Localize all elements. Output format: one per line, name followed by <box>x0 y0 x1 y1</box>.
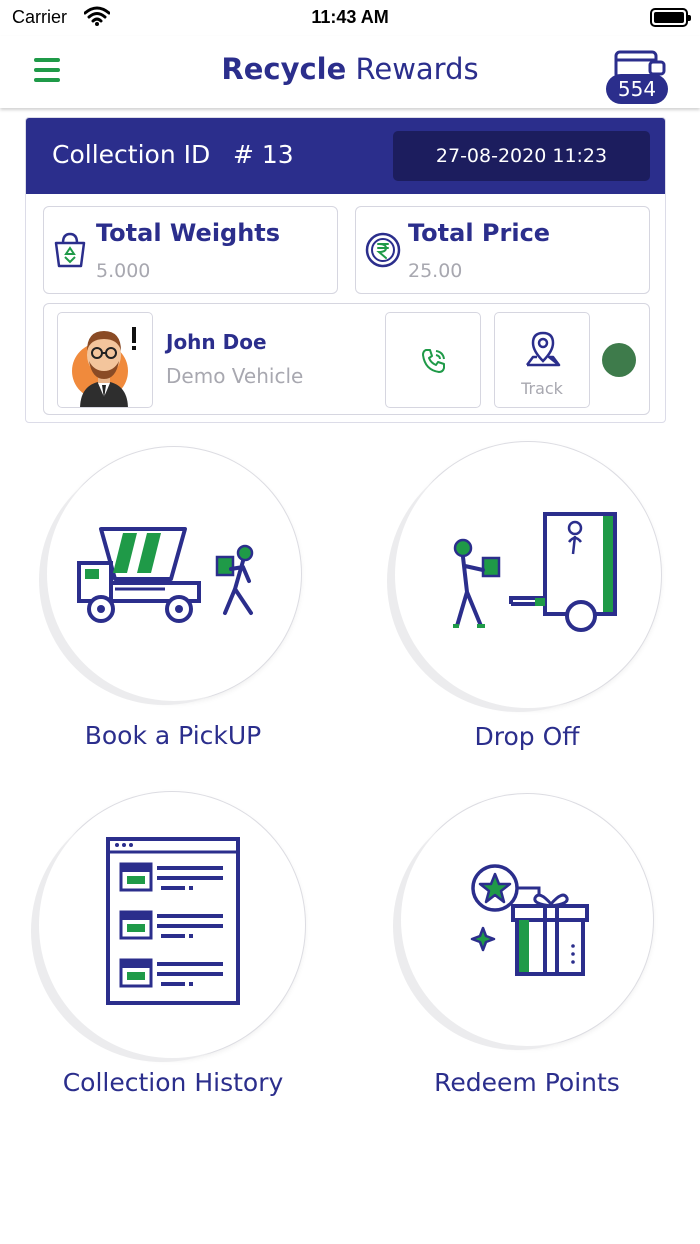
total-price-box: Total Price 25.00 <box>355 206 650 294</box>
app-title-bold: Recycle <box>221 52 347 86</box>
status-time: 11:43 AM <box>311 7 389 27</box>
driver-info: John Doe Demo Vehicle Track <box>43 303 650 415</box>
total-weights-box: Total Weights 5.000 <box>43 206 338 294</box>
gift-points-icon <box>470 864 589 976</box>
points-badge: 554 <box>606 74 668 104</box>
app-header: Recycle Rewards 554 <box>0 36 700 108</box>
drop-off-label: Drop Off <box>474 722 580 751</box>
battery-icon <box>650 8 691 27</box>
redeem-points-label: Redeem Points <box>434 1068 620 1097</box>
rupee-coin-icon <box>364 231 402 273</box>
redeem-points-tile[interactable]: Redeem Points <box>377 790 677 1120</box>
driver-vehicle: Demo Vehicle <box>166 364 304 388</box>
collection-card: Collection ID # 13 27-08-2020 11:23 Tota… <box>25 117 666 423</box>
collection-datetime: 27-08-2020 11:23 <box>393 131 650 181</box>
collection-history-tile[interactable]: Collection History <box>23 790 323 1120</box>
app-title: Recycle Rewards <box>0 52 700 86</box>
driver-avatar <box>57 312 153 408</box>
total-price-value: 25.00 <box>408 260 463 282</box>
driver-status-dot <box>602 343 636 377</box>
track-button[interactable]: Track <box>494 312 590 408</box>
book-pickup-tile[interactable]: Book a PickUP <box>23 445 323 775</box>
drop-off-tile[interactable]: Drop Off <box>377 440 677 770</box>
driver-name: John Doe <box>166 330 267 354</box>
status-bar: Carrier 11:43 AM <box>0 0 700 36</box>
book-pickup-label: Book a PickUP <box>84 721 262 750</box>
phone-icon <box>422 349 445 373</box>
collection-id-label: Collection ID <box>52 140 211 169</box>
total-weights-label: Total Weights <box>96 219 281 247</box>
total-price-label: Total Price <box>408 219 551 247</box>
map-pin-icon <box>526 331 561 367</box>
collection-id-value: # 13 <box>233 140 294 169</box>
recycle-bag-icon <box>52 231 88 273</box>
wallet-button[interactable]: 554 <box>606 46 670 106</box>
call-button[interactable] <box>385 312 481 408</box>
history-list-icon <box>106 837 240 1005</box>
recycle-van-icon <box>453 512 617 632</box>
collection-header: Collection ID # 13 27-08-2020 11:23 <box>26 118 665 194</box>
total-weights-value: 5.000 <box>96 260 151 282</box>
track-label: Track <box>521 379 563 398</box>
collection-history-label: Collection History <box>62 1068 284 1097</box>
app-title-rest: Rewards <box>346 52 479 86</box>
dump-truck-icon <box>77 527 254 623</box>
